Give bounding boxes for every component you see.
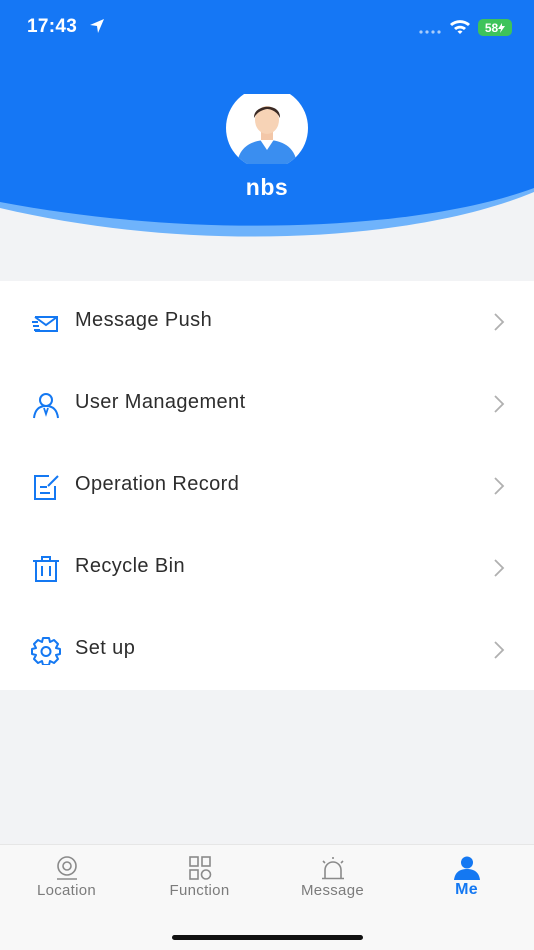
username: nbs — [245, 174, 289, 200]
tab-message[interactable]: Message — [266, 845, 399, 905]
chevron-right-icon — [494, 641, 505, 659]
menu-item-label: User Management — [75, 391, 246, 413]
tab-label: Me — [455, 881, 478, 898]
home-indicator — [172, 935, 363, 940]
camera-location-icon — [57, 856, 77, 880]
status-bar: 17:43 58 — [0, 0, 534, 54]
avatar[interactable] — [225, 94, 309, 164]
message-push-icon — [32, 316, 58, 332]
battery-level: 58 — [484, 20, 499, 35]
menu-item-label: Operation Record — [75, 473, 240, 495]
status-time: 17:43 — [27, 16, 78, 37]
location-arrow-icon — [90, 19, 104, 33]
chevron-right-icon — [494, 395, 505, 413]
tab-label: Function — [169, 882, 230, 899]
edit-record-icon — [34, 475, 59, 500]
menu-item-label: Set up — [75, 637, 136, 659]
trash-icon — [33, 556, 59, 582]
signal-icon — [419, 30, 441, 34]
chevron-right-icon — [494, 477, 505, 495]
tab-location[interactable]: Location — [0, 845, 133, 905]
menu-item-operation-record[interactable]: Operation Record — [0, 445, 534, 527]
gear-icon — [31, 637, 61, 665]
alarm-icon — [322, 857, 344, 880]
chevron-right-icon — [494, 313, 505, 331]
chevron-right-icon — [494, 559, 505, 577]
grid-icon — [189, 856, 212, 880]
tab-label: Location — [36, 882, 97, 899]
menu-item-label: Message Push — [75, 309, 213, 331]
user-icon — [33, 393, 59, 419]
settings-menu: Message Push User Management Operation R… — [0, 281, 534, 690]
wifi-icon — [450, 20, 470, 34]
profile-header: 17:43 58 nbs — [0, 0, 534, 252]
charging-bolt-icon — [498, 22, 506, 33]
menu-item-message-push[interactable]: Message Push — [0, 281, 534, 363]
person-icon — [454, 856, 480, 880]
battery-indicator: 58 — [478, 19, 512, 36]
tab-me[interactable]: Me — [400, 845, 533, 905]
menu-item-set-up[interactable]: Set up — [0, 609, 534, 691]
menu-item-user-management[interactable]: User Management — [0, 363, 534, 445]
tab-label: Message — [301, 882, 364, 899]
tab-function[interactable]: Function — [133, 845, 266, 905]
menu-item-recycle-bin[interactable]: Recycle Bin — [0, 527, 534, 609]
menu-item-label: Recycle Bin — [75, 555, 185, 577]
